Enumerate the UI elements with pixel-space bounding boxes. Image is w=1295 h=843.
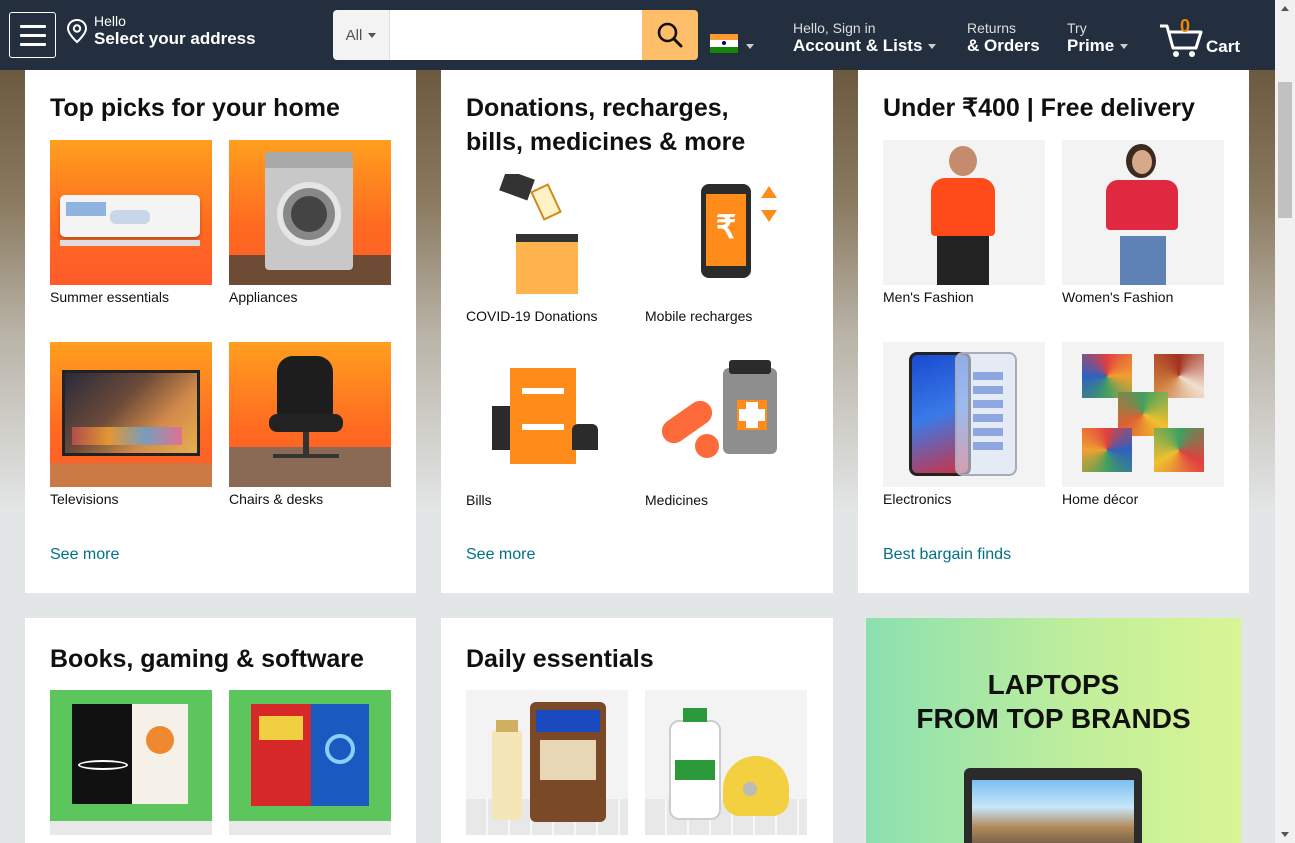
card-title-line-1: Donations, recharges, xyxy=(466,94,729,122)
see-more-link[interactable]: See more xyxy=(50,546,119,564)
tile-caption: Men's Fashion xyxy=(883,289,974,305)
top-navigation-bar: Hello Select your address All Hello, Sig… xyxy=(0,0,1275,70)
scroll-down-arrow-icon[interactable] xyxy=(1281,832,1289,837)
search-input[interactable] xyxy=(390,10,642,60)
grocery-image xyxy=(466,690,628,835)
textbooks-image xyxy=(229,690,391,835)
search-button[interactable] xyxy=(642,10,698,60)
donation-box-icon xyxy=(466,174,628,296)
summer-essentials-image xyxy=(50,140,212,285)
scroll-thumb[interactable] xyxy=(1278,82,1292,218)
tile-appliances[interactable]: Appliances xyxy=(229,140,391,305)
prime-big-label: Prime xyxy=(1067,36,1115,55)
tile-masks-personal-care[interactable] xyxy=(645,690,807,835)
laptop-image xyxy=(964,768,1142,843)
card-daily-essentials: Daily essentials xyxy=(441,618,833,843)
search-category-label: All xyxy=(345,26,363,44)
home-decor-image xyxy=(1062,342,1224,487)
account-lists-menu[interactable]: Hello, Sign in Account & Lists xyxy=(793,20,937,56)
search-bar: All xyxy=(333,10,698,60)
address-label: Select your address xyxy=(94,29,256,48)
masks-image xyxy=(645,690,807,835)
tile-medicines[interactable]: Medicines xyxy=(645,354,807,508)
tile-caption: Mobile recharges xyxy=(645,308,753,324)
scroll-up-arrow-icon[interactable] xyxy=(1281,6,1289,11)
chevron-down-icon xyxy=(928,43,937,49)
language-chevron-icon[interactable] xyxy=(746,44,754,49)
try-prime-menu[interactable]: Try Prime xyxy=(1067,20,1129,56)
tile-caption: Televisions xyxy=(50,491,119,507)
tile-bills[interactable]: Bills xyxy=(466,354,628,508)
returns-orders-link[interactable]: Returns & Orders xyxy=(967,20,1040,56)
cart-count: 0 xyxy=(1180,16,1191,36)
returns-big-label: & Orders xyxy=(967,36,1040,55)
tile-electronics[interactable]: Electronics xyxy=(883,342,1045,507)
address-greeting: Hello xyxy=(94,13,126,29)
account-greeting: Hello, Sign in xyxy=(793,20,876,36)
ad-line-2: FROM TOP BRANDS xyxy=(916,703,1191,734)
card-donations-recharges: Donations, recharges, bills, medicines &… xyxy=(441,70,833,593)
card-books-gaming: Books, gaming & software xyxy=(25,618,416,843)
tile-mobile-recharges[interactable]: ₹ Mobile recharges xyxy=(645,174,807,324)
card-title: Under ₹400 | Free delivery xyxy=(883,94,1195,122)
india-flag-icon[interactable] xyxy=(710,34,738,53)
mobile-recharge-icon: ₹ xyxy=(645,174,807,296)
tile-caption: COVID-19 Donations xyxy=(466,308,598,324)
tile-caption: Summer essentials xyxy=(50,289,170,305)
mens-fashion-image xyxy=(883,140,1045,285)
medicines-icon xyxy=(645,354,807,484)
tile-televisions[interactable]: Televisions xyxy=(50,342,212,507)
card-title-line-2: bills, medicines & more xyxy=(466,128,746,156)
card-title: Top picks for your home xyxy=(50,94,340,122)
tile-grocery[interactable] xyxy=(466,690,628,835)
tile-books[interactable] xyxy=(50,690,212,835)
tile-school-textbooks[interactable] xyxy=(229,690,391,835)
search-category-dropdown[interactable]: All xyxy=(333,10,390,60)
washing-machine-image xyxy=(229,140,391,285)
tile-caption: Women's Fashion xyxy=(1062,289,1174,305)
hamburger-menu-button[interactable] xyxy=(9,12,56,58)
see-more-link[interactable]: See more xyxy=(466,546,535,564)
account-label: Account & Lists xyxy=(793,36,923,55)
card-title: Books, gaming & software xyxy=(50,645,364,673)
tile-caption: Chairs & desks xyxy=(229,491,324,507)
location-pin-icon xyxy=(66,18,88,44)
tile-caption: Bills xyxy=(466,492,492,508)
tile-caption: Home décor xyxy=(1062,491,1139,507)
womens-fashion-image xyxy=(1062,140,1224,285)
tile-chairs-desks[interactable]: Chairs & desks xyxy=(229,342,391,507)
books-image xyxy=(50,690,212,835)
returns-small-label: Returns xyxy=(967,20,1017,36)
tile-caption: Appliances xyxy=(229,289,298,305)
deliver-to-address[interactable]: Hello Select your address xyxy=(66,14,256,49)
tile-summer-essentials[interactable]: Summer essentials xyxy=(50,140,212,305)
electronics-image xyxy=(883,342,1045,487)
tile-caption: Medicines xyxy=(645,492,709,508)
tile-home-decor[interactable]: Home décor xyxy=(1062,342,1224,507)
card-top-picks-home: Top picks for your home Summer essential… xyxy=(25,70,416,593)
prime-small-label: Try xyxy=(1067,20,1087,36)
cart-button[interactable]: 0 Cart xyxy=(1158,16,1248,60)
chevron-down-icon xyxy=(1120,43,1129,49)
card-under-400: Under ₹400 | Free delivery Men's Fashion… xyxy=(858,70,1249,593)
tile-covid-donations[interactable]: COVID-19 Donations xyxy=(466,174,628,324)
page-scrollbar[interactable] xyxy=(1275,0,1295,843)
office-chair-image xyxy=(229,342,391,487)
card-title: Daily essentials xyxy=(466,645,654,673)
tile-womens-fashion[interactable]: Women's Fashion xyxy=(1062,140,1224,305)
television-image xyxy=(50,342,212,487)
cart-label: Cart xyxy=(1206,37,1241,56)
laptops-ad-banner[interactable]: LAPTOPS FROM TOP BRANDS xyxy=(866,618,1241,843)
tile-mens-fashion[interactable]: Men's Fashion xyxy=(883,140,1045,305)
tile-caption: Electronics xyxy=(883,491,952,507)
ad-line-1: LAPTOPS xyxy=(987,669,1120,700)
chevron-down-icon xyxy=(368,32,377,38)
bills-icon xyxy=(466,354,628,484)
best-bargain-link[interactable]: Best bargain finds xyxy=(883,546,1011,564)
search-icon xyxy=(657,22,683,48)
